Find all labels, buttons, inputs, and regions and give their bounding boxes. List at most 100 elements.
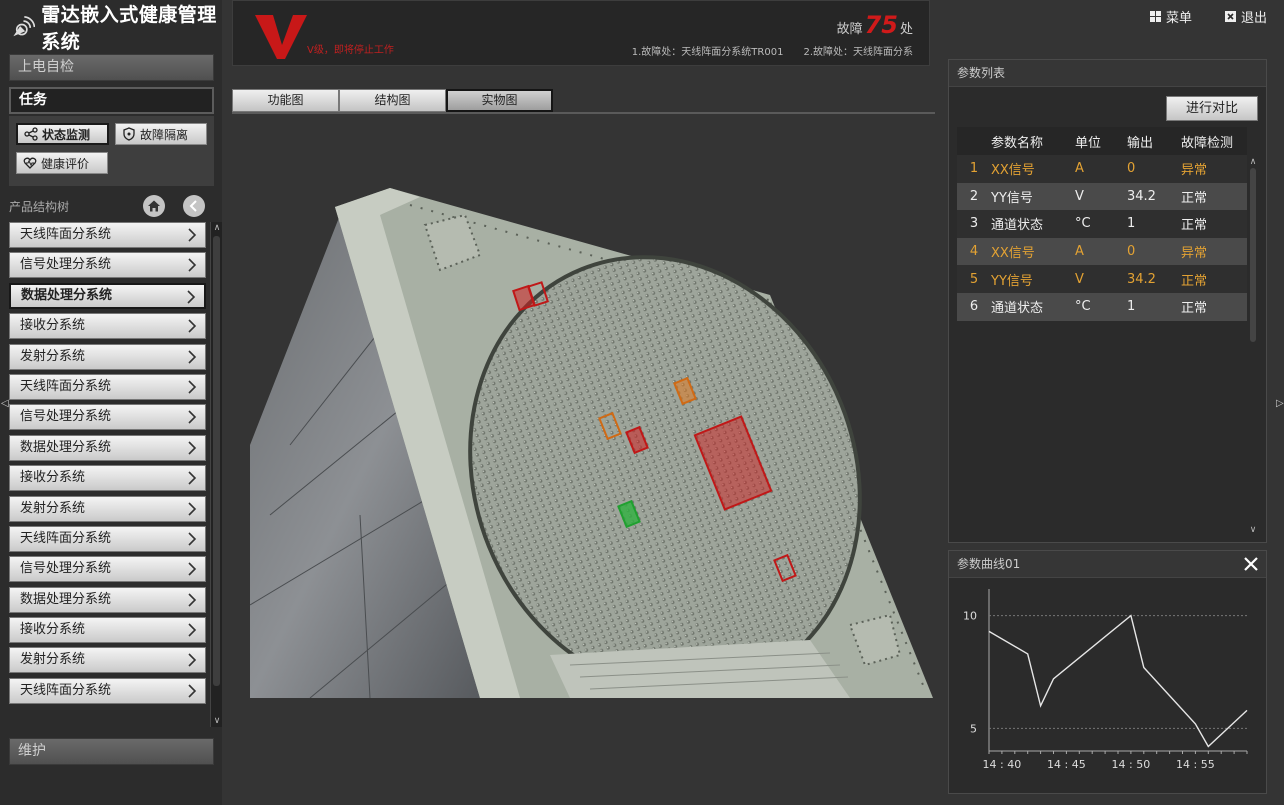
chevron-right-icon xyxy=(187,290,196,304)
status-monitor-button[interactable]: 状态监测 xyxy=(16,123,109,145)
tab-function-diagram[interactable]: 功能图 xyxy=(232,89,339,112)
task-header[interactable]: 任务 xyxy=(9,87,214,114)
health-eval-label: 健康评价 xyxy=(41,156,90,171)
back-button[interactable] xyxy=(183,195,205,217)
maintenance-header[interactable]: 维护 xyxy=(9,738,214,765)
tree-item[interactable]: 数据处理分系统 xyxy=(9,282,206,309)
alarm-level-v xyxy=(255,15,307,59)
table-row[interactable]: 1 XX信号 A 0 异常 xyxy=(957,155,1247,183)
fault-isolation-button[interactable]: 故障隔离 xyxy=(115,123,207,145)
app-logo: 雷达嵌入式健康管理系统 xyxy=(10,4,222,53)
cell-output: 0 xyxy=(1127,237,1181,266)
tree-item-label: 天线阵面分系统 xyxy=(20,227,112,242)
tree-item[interactable]: 信号处理分系统 xyxy=(9,404,206,431)
tree-item[interactable]: 接收分系统 xyxy=(9,465,206,492)
tree-item[interactable]: 发射分系统 xyxy=(9,647,206,674)
alarm-banner: V级，即将停止工作 故障 75 处 1.故障处：天线阵面分系统TR001 2.故… xyxy=(232,0,930,66)
table-row[interactable]: 5 YY信号 V 34.2 正常 xyxy=(957,265,1247,293)
fault-item[interactable]: 1.故障处：天线阵面分系统TR001 xyxy=(632,43,784,58)
tree-item[interactable]: 发射分系统 xyxy=(9,495,206,522)
tree-item-label: 天线阵面分系统 xyxy=(20,682,112,698)
cell-output: 34.2 xyxy=(1127,182,1181,211)
param-line-chart: 10 5 14 : 40 14 : 45 14 : 50 14 : 55 xyxy=(963,589,1248,771)
scroll-thumb[interactable] xyxy=(1250,168,1256,342)
collapse-left-icon[interactable]: ◁ xyxy=(1,398,9,409)
tree-item[interactable]: 天线阵面分系统 xyxy=(9,222,206,248)
fault-isolation-label: 故障隔离 xyxy=(140,127,189,142)
alarm-level-text: V级，即将停止工作 xyxy=(307,45,394,56)
tree-item-label: 接收分系统 xyxy=(20,318,86,334)
health-eval-button[interactable]: 健康评价 xyxy=(16,152,108,174)
tree-item[interactable]: 接收分系统 xyxy=(9,313,206,340)
product-tree-title: 产品结构树 xyxy=(9,200,70,214)
col-name: 参数名称 xyxy=(991,127,1075,155)
power-check-header[interactable]: 上电自检 xyxy=(9,54,214,81)
param-scrollbar[interactable]: ∧ ∨ xyxy=(1248,156,1258,536)
home-button[interactable] xyxy=(143,195,165,217)
tree-item[interactable]: 天线阵面分系统 xyxy=(9,677,206,704)
collapse-right-icon[interactable]: ▷ xyxy=(1276,398,1284,409)
table-row[interactable]: 2 YY信号 V 34.2 正常 xyxy=(957,182,1247,211)
cell-status: 异常 xyxy=(1181,155,1247,183)
fault-item[interactable]: 2.故障处：天线阵面分系 xyxy=(803,43,913,58)
tree-item[interactable]: 数据处理分系统 xyxy=(9,434,206,461)
table-row[interactable]: 6 通道状态 °C 1 正常 xyxy=(957,292,1247,321)
tree-item[interactable]: 接收分系统 xyxy=(9,617,206,644)
chevron-right-icon xyxy=(188,441,197,455)
cell-index: 1 xyxy=(957,155,991,183)
shield-icon xyxy=(123,127,135,141)
view-tabs: 功能图 结构图 实物图 xyxy=(232,89,553,112)
tree-item-label: 信号处理分系统 xyxy=(20,257,112,273)
scroll-up-icon[interactable]: ∧ xyxy=(211,222,223,234)
tree-item[interactable]: 发射分系统 xyxy=(9,343,206,370)
chevron-right-icon xyxy=(188,349,197,364)
param-curve-title: 参数曲线01 xyxy=(949,551,1266,578)
tree-item-label: 数据处理分系统 xyxy=(20,591,112,607)
tree-scrollbar[interactable]: ∧ ∨ xyxy=(210,222,222,727)
param-list-title: 参数列表 xyxy=(949,60,1266,87)
sidebar: 雷达嵌入式健康管理系统 上电自检 任务 状态监测 故障隔离 健康评价 产品结构树… xyxy=(0,0,222,805)
x-tick-label: 14 : 40 xyxy=(983,758,1022,771)
scroll-up-icon[interactable]: ∧ xyxy=(1248,156,1258,168)
scroll-down-icon[interactable]: ∨ xyxy=(1248,524,1258,536)
exit-button[interactable]: 退出 xyxy=(1225,7,1267,26)
tree-item-label: 信号处理分系统 xyxy=(20,561,112,577)
x-tick-label: 14 : 45 xyxy=(1047,758,1086,771)
tree-item-label: 天线阵面分系统 xyxy=(20,378,112,394)
chevron-right-icon xyxy=(188,593,197,607)
compare-button[interactable]: 进行对比 xyxy=(1166,96,1258,121)
cell-name: YY信号 xyxy=(991,182,1075,211)
back-icon xyxy=(189,200,197,212)
chevron-right-icon xyxy=(188,623,197,637)
table-row[interactable]: 3 通道状态 °C 1 正常 xyxy=(957,210,1247,238)
cell-unit: °C xyxy=(1075,292,1127,321)
close-icon[interactable] xyxy=(1242,555,1260,573)
tab-divider xyxy=(232,112,935,114)
cell-unit: A xyxy=(1075,155,1127,183)
tree-item[interactable]: 信号处理分系统 xyxy=(9,556,206,583)
col-output: 输出 xyxy=(1127,127,1181,155)
tab-physical-photo[interactable]: 实物图 xyxy=(446,89,553,112)
cell-index: 6 xyxy=(957,292,991,321)
tree-item[interactable]: 天线阵面分系统 xyxy=(9,373,206,400)
table-row[interactable]: 4 XX信号 A 0 异常 xyxy=(957,237,1247,266)
tree-item[interactable]: 天线阵面分系统 xyxy=(9,525,206,552)
tab-structure-diagram[interactable]: 结构图 xyxy=(339,89,446,112)
chevron-right-icon xyxy=(188,380,197,394)
fault-suffix: 处 xyxy=(899,22,913,37)
cell-name: XX信号 xyxy=(991,237,1075,266)
tree-item[interactable]: 数据处理分系统 xyxy=(9,586,206,613)
menu-button[interactable]: 菜单 xyxy=(1150,7,1192,26)
cell-status: 正常 xyxy=(1181,265,1247,293)
scroll-down-icon[interactable]: ∨ xyxy=(211,715,223,727)
chevron-right-icon xyxy=(188,532,197,546)
cell-status: 正常 xyxy=(1181,182,1247,211)
tree-item-label: 数据处理分系统 xyxy=(20,439,112,455)
tree-item[interactable]: 信号处理分系统 xyxy=(9,252,206,279)
radar-logo-icon xyxy=(13,16,36,37)
cell-output: 1 xyxy=(1127,210,1181,238)
scroll-thumb[interactable] xyxy=(213,236,220,686)
chevron-right-icon xyxy=(188,684,197,698)
cell-unit: A xyxy=(1075,237,1127,266)
x-tick-label: 14 : 50 xyxy=(1112,758,1151,771)
